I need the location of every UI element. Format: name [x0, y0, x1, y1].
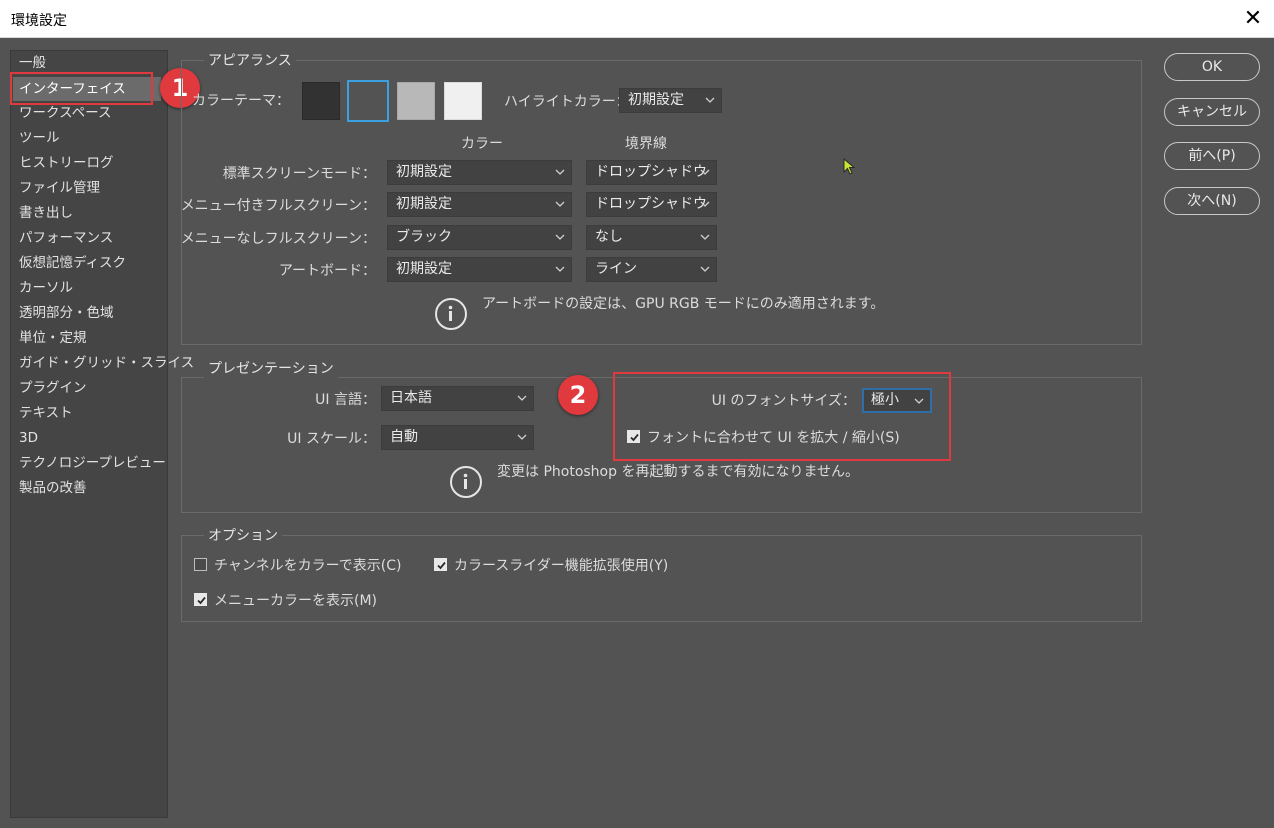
chevron-down-icon [555, 226, 565, 249]
sidebar-item-cursors[interactable]: カーソル [19, 276, 73, 300]
full-screen-color-select[interactable]: ブラック [387, 225, 572, 250]
ok-button[interactable]: OK [1164, 53, 1260, 81]
full-screen-menu-border-select[interactable]: ドロップシャドウ [586, 192, 717, 217]
color-theme-label: カラーテーマ： [192, 93, 290, 109]
theme-swatch-dark[interactable] [302, 82, 340, 120]
options-legend: オプション [204, 525, 282, 545]
step-badge-2: 2 [558, 375, 598, 415]
sidebar-item-export[interactable]: 書き出し [19, 201, 73, 225]
artboard-note: アートボードの設定は、GPU RGB モードにのみ適用されます。 [482, 296, 885, 312]
sidebar-item-plugins[interactable]: プラグイン [19, 376, 87, 400]
ui-font-size-select[interactable]: 極小 [862, 388, 932, 413]
show-channels-in-color-label[interactable]: チャンネルをカラーで表示(C) [214, 555, 401, 575]
sidebar-item-tools[interactable]: ツール [19, 126, 60, 150]
color-slider-extension-checkbox[interactable] [434, 558, 447, 571]
chevron-down-icon [700, 258, 710, 281]
chevron-down-icon [555, 258, 565, 281]
checkmark-icon [197, 596, 206, 605]
standard-screen-color-select[interactable]: 初期設定 [387, 160, 572, 185]
highlight-color-label: ハイライトカラー： [504, 94, 630, 110]
chevron-down-icon [914, 390, 924, 413]
full-screen-menu-label: メニュー付きフルスクリーン： [180, 198, 376, 214]
chevron-down-icon [700, 161, 710, 184]
info-icon [450, 466, 482, 498]
artboard-border-select[interactable]: ライン [586, 257, 717, 282]
chevron-down-icon [555, 193, 565, 216]
full-screen-label: メニューなしフルスクリーン： [180, 231, 376, 247]
ui-language-select[interactable]: 日本語 [381, 386, 534, 411]
theme-swatch-medium-dark[interactable] [347, 80, 389, 122]
title-bar: 環境設定 ✕ [0, 0, 1274, 38]
ui-scale-select[interactable]: 自動 [381, 425, 534, 450]
sidebar-item-scratch-disks[interactable]: 仮想記憶ディスク [19, 251, 126, 275]
column-header-color: カラー [461, 136, 503, 152]
show-menu-colors-checkbox[interactable] [194, 593, 207, 606]
previous-button[interactable]: 前へ(P) [1164, 142, 1260, 170]
chevron-down-icon [700, 226, 710, 249]
show-channels-in-color-checkbox[interactable] [194, 558, 207, 571]
full-screen-border-select[interactable]: なし [586, 225, 717, 250]
artboard-color-select[interactable]: 初期設定 [387, 257, 572, 282]
sidebar-item-units-rulers[interactable]: 単位・定規 [19, 326, 87, 350]
highlight-color-select[interactable]: 初期設定 [619, 88, 722, 113]
full-screen-menu-color-select[interactable]: 初期設定 [387, 192, 572, 217]
sidebar-item-3d[interactable]: 3D [19, 426, 38, 450]
sidebar: 一般 インターフェイス ワークスペース ツール ヒストリーログ ファイル管理 書… [10, 50, 194, 818]
ui-scale-label: UI スケール： [287, 431, 376, 447]
restart-note: 変更は Photoshop を再起動するまで有効になりません。 [497, 464, 860, 480]
sidebar-item-product-improvement[interactable]: 製品の改善 [19, 476, 87, 500]
checkmark-icon [630, 433, 639, 442]
sidebar-item-guides-grid[interactable]: ガイド・グリッド・スライス [19, 351, 194, 375]
artboard-label: アートボード： [278, 263, 376, 279]
next-button[interactable]: 次へ(N) [1164, 187, 1260, 215]
show-menu-colors-label[interactable]: メニューカラーを表示(M) [214, 590, 377, 610]
standard-screen-border-select[interactable]: ドロップシャドウ [586, 160, 717, 185]
sidebar-item-file-handling[interactable]: ファイル管理 [19, 176, 100, 200]
highlight-box-font-size [613, 372, 951, 461]
mouse-cursor-icon [843, 157, 856, 180]
sidebar-item-history-log[interactable]: ヒストリーログ [19, 151, 114, 175]
sidebar-item-type[interactable]: テキスト [19, 401, 73, 425]
chevron-down-icon [517, 387, 527, 410]
ui-language-label: UI 言語： [315, 392, 376, 408]
sidebar-item-technology-previews[interactable]: テクノロジープレビュー [19, 451, 166, 475]
window-title: 環境設定 [11, 13, 67, 29]
column-header-border: 境界線 [625, 136, 667, 152]
presentation-legend: プレゼンテーション [204, 358, 338, 378]
close-icon[interactable]: ✕ [1232, 0, 1274, 38]
theme-swatch-light[interactable] [444, 82, 482, 120]
cancel-button[interactable]: キャンセル [1164, 98, 1260, 126]
checkmark-icon [437, 561, 446, 570]
theme-swatch-medium-light[interactable] [397, 82, 435, 120]
appearance-legend: アピアランス [204, 50, 296, 70]
scale-ui-to-font-checkbox[interactable] [627, 430, 640, 443]
chevron-down-icon [700, 193, 710, 216]
scale-ui-to-font-label[interactable]: フォントに合わせて UI を拡大 / 縮小(S) [647, 427, 900, 447]
sidebar-item-transparency[interactable]: 透明部分・色域 [19, 301, 114, 325]
chevron-down-icon [705, 89, 715, 112]
info-icon [435, 298, 467, 330]
highlight-box-interface [10, 72, 153, 105]
ui-font-size-label: UI のフォントサイズ： [711, 393, 856, 409]
sidebar-item-performance[interactable]: パフォーマンス [19, 226, 113, 250]
standard-screen-mode-label: 標準スクリーンモード： [222, 166, 376, 182]
chevron-down-icon [517, 426, 527, 449]
color-slider-extension-label[interactable]: カラースライダー機能拡張使用(Y) [454, 555, 668, 575]
chevron-down-icon [555, 161, 565, 184]
